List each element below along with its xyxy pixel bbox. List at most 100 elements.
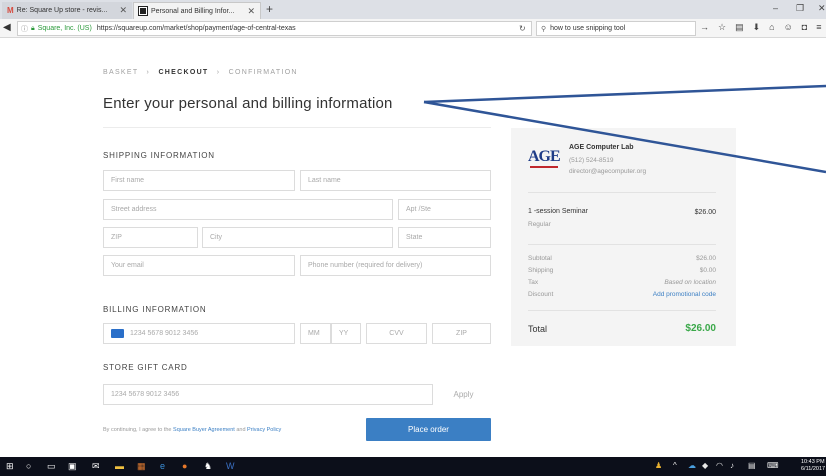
total-label: Total xyxy=(528,324,548,334)
hello-icon[interactable]: ☺ xyxy=(784,22,793,33)
divider xyxy=(103,127,491,128)
discount-label: Discount xyxy=(528,291,554,298)
state-field[interactable]: State xyxy=(398,227,491,248)
home-icon[interactable]: ⌂ xyxy=(769,22,774,33)
chevron-up-icon[interactable]: ^ xyxy=(673,461,677,470)
search-circle-icon[interactable]: ○ xyxy=(26,461,31,471)
first-name-field[interactable]: First name xyxy=(103,170,295,191)
card-number-placeholder: 1234 5678 9012 3456 xyxy=(130,330,199,337)
site-identity: Square, Inc. (US) xyxy=(37,25,92,32)
minimize-icon[interactable]: – xyxy=(773,3,778,13)
total-value: $26.00 xyxy=(685,323,716,334)
item-price: $26.00 xyxy=(694,209,716,216)
billing-zip-field[interactable]: ZIP xyxy=(432,323,491,344)
tab-label: Personal and Billing Infor... xyxy=(151,7,235,15)
clock-date: 6/11/2017 xyxy=(801,466,826,472)
edge-icon[interactable]: e xyxy=(160,461,165,471)
close-window-icon[interactable]: ✕ xyxy=(818,3,826,14)
item-name: 1 -session Seminar xyxy=(528,208,588,215)
zip-field[interactable]: ZIP xyxy=(103,227,198,248)
new-tab-button[interactable]: + xyxy=(266,2,273,16)
place-order-button[interactable]: Place order xyxy=(366,418,491,441)
shipping-label: Shipping xyxy=(528,267,554,274)
city-field[interactable]: City xyxy=(202,227,393,248)
breadcrumb-checkout: CHECKOUT xyxy=(158,69,209,76)
windows-start-icon[interactable]: ⊞ xyxy=(6,461,14,472)
month-field[interactable]: MM xyxy=(300,323,331,344)
menu-icon[interactable]: ≡ xyxy=(816,22,821,33)
business-name: AGE Computer Lab xyxy=(569,144,634,151)
mail-icon[interactable]: ✉ xyxy=(92,461,100,472)
phone-field[interactable]: Phone number (required for delivery) xyxy=(300,255,491,276)
taskbar: ⊞ ○ ▭ ▣ ✉ ▬ ▦ e ● ♞ W ♟ ^ ☁ ◆ ◠ ♪ ▤ ⌨ 10… xyxy=(0,457,826,476)
bookmark-star-icon[interactable]: ☆ xyxy=(718,22,726,33)
apt-field[interactable]: Apt /Ste xyxy=(398,199,491,220)
terms-text: By continuing, I agree to the Square Buy… xyxy=(103,427,281,433)
page-title: Enter your personal and billing informat… xyxy=(103,95,393,112)
breadcrumb: BASKET › CHECKOUT › CONFIRMATION xyxy=(103,69,298,76)
firefox-icon[interactable]: ● xyxy=(182,461,187,471)
breadcrumb-confirmation: CONFIRMATION xyxy=(228,69,298,76)
restore-icon[interactable]: ❐ xyxy=(796,3,804,14)
info-icon[interactable]: ⓘ xyxy=(21,24,28,34)
file-explorer-icon[interactable]: ▬ xyxy=(115,461,124,471)
volume-icon[interactable]: ♪ xyxy=(730,461,734,470)
cvv-field[interactable]: CVV xyxy=(366,323,427,344)
search-bar[interactable]: ⚲ how to use snipping tool xyxy=(536,21,696,36)
gmail-icon: M xyxy=(7,6,14,15)
app-icon[interactable]: ♞ xyxy=(204,461,212,472)
keyboard-icon[interactable]: ⌨ xyxy=(767,461,779,470)
privacy-policy-link[interactable]: Privacy Policy xyxy=(247,427,281,433)
email-field[interactable]: Your email xyxy=(103,255,295,276)
subtotal-label: Subtotal xyxy=(528,255,552,262)
tax-label: Tax xyxy=(528,279,539,286)
shipping-heading: SHIPPING INFORMATION xyxy=(103,151,215,160)
street-address-field[interactable]: Street address xyxy=(103,199,393,220)
close-icon[interactable]: ✕ xyxy=(119,5,127,16)
url-text[interactable]: https://squareup.com/market/shop/payment… xyxy=(97,25,296,32)
buyer-agreement-link[interactable]: Square Buyer Agreement xyxy=(173,427,235,433)
reading-list-icon[interactable]: ▤ xyxy=(735,22,744,33)
clock[interactable]: 10:43 PM 6/11/2017 xyxy=(801,459,825,473)
divider xyxy=(528,244,716,245)
back-arrow-icon[interactable]: ◀ xyxy=(3,22,11,33)
last-name-field[interactable]: Last name xyxy=(300,170,491,191)
search-input[interactable]: how to use snipping tool xyxy=(550,25,625,32)
browser-tab-bar: M Re: Square Up store - revis... ✕ Perso… xyxy=(0,0,826,19)
pocket-icon[interactable]: ◘ xyxy=(802,22,807,33)
go-arrow-icon[interactable]: → xyxy=(700,22,709,33)
billing-heading: BILLING INFORMATION xyxy=(103,305,207,314)
word-icon[interactable]: W xyxy=(226,461,235,471)
user-icon[interactable]: ♟ xyxy=(655,461,662,470)
apply-button[interactable]: Apply xyxy=(436,384,491,405)
logo-underline xyxy=(530,166,558,168)
terms-prefix: By continuing, I agree to the xyxy=(103,427,172,433)
task-view-icon[interactable]: ▭ xyxy=(47,461,56,472)
wifi-icon[interactable]: ◠ xyxy=(716,461,723,470)
cloud-icon[interactable]: ☁ xyxy=(688,461,696,470)
tab-label: Re: Square Up store - revis... xyxy=(16,7,108,14)
reload-icon[interactable]: ↻ xyxy=(519,24,526,33)
item-variant: Regular xyxy=(528,221,551,228)
subtotal-value: $26.00 xyxy=(696,255,716,262)
store-icon[interactable]: ▣ xyxy=(68,461,77,472)
divider xyxy=(528,310,716,311)
gift-card-heading: STORE GIFT CARD xyxy=(103,363,188,372)
tab-gmail[interactable]: M Re: Square Up store - revis... ✕ xyxy=(2,2,132,19)
add-promo-code-link[interactable]: Add promotional code xyxy=(600,291,716,298)
year-field[interactable]: YY xyxy=(331,323,361,344)
download-icon[interactable]: ⬇ xyxy=(753,22,761,33)
business-phone: (512) 524-8519 xyxy=(569,157,614,164)
terms-and: and xyxy=(236,427,246,433)
action-center-icon[interactable]: ▤ xyxy=(748,461,756,470)
breadcrumb-basket[interactable]: BASKET xyxy=(103,69,138,76)
breadcrumb-separator: › xyxy=(146,69,151,76)
gift-card-field[interactable]: 1234 5678 9012 3456 xyxy=(103,384,433,405)
url-bar[interactable]: ⓘ 🔒︎ Square, Inc. (US) https://squareup.… xyxy=(17,21,532,36)
card-number-field[interactable]: 1234 5678 9012 3456 xyxy=(103,323,295,344)
close-icon[interactable]: ✕ xyxy=(247,6,255,17)
annotation-line xyxy=(423,84,826,104)
tab-billing[interactable]: Personal and Billing Infor... ✕ xyxy=(133,2,261,19)
network-icon[interactable]: ◆ xyxy=(702,461,708,470)
office-icon[interactable]: ▦ xyxy=(137,461,146,472)
